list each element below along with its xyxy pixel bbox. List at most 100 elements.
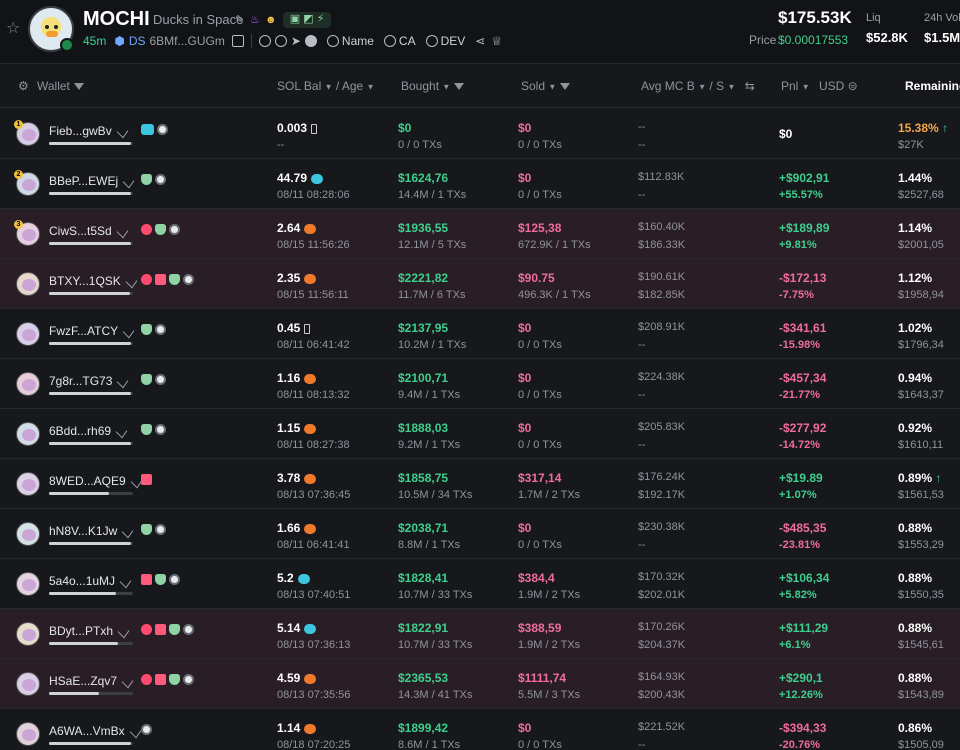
filter-icon[interactable] <box>73 83 84 91</box>
wallet-address[interactable]: 6Bdd...rh69 <box>49 424 128 439</box>
user-tag-icon[interactable] <box>141 524 153 535</box>
favorite-star-icon[interactable]: ☆ <box>6 21 22 37</box>
wallet-avatar[interactable] <box>16 422 40 446</box>
edit-pencil-icon[interactable] <box>119 574 132 589</box>
user-tag-icon[interactable] <box>155 224 167 235</box>
table-row[interactable]: A6WA...VmBx 1.14 08/18 07:20:25 $1899,42 8.6… <box>0 709 960 750</box>
swap-arrows-icon[interactable]: ⇆ <box>745 79 755 93</box>
table-row[interactable]: hN8V...K1Jw 1.66 08/11 06:41:41 $2038,71 8.8… <box>0 509 960 559</box>
disc-tag-icon[interactable] <box>141 724 153 735</box>
disc-tag-icon[interactable] <box>155 324 167 335</box>
menu-icon[interactable] <box>304 35 317 47</box>
edit-pencil-icon[interactable] <box>125 274 138 289</box>
fish-tag-icon[interactable] <box>141 124 155 135</box>
wallet-address[interactable]: FwzF...ATCY <box>49 324 135 339</box>
edit-pencil-icon[interactable]: ✎ <box>235 13 244 27</box>
share-icon[interactable]: ⋖ <box>475 34 485 48</box>
disc-tag-icon[interactable] <box>157 124 169 135</box>
social-badges-icon[interactable]: ▣ ◩ ⚡ <box>283 12 331 28</box>
crown-icon[interactable]: ♕ <box>491 34 502 48</box>
user-tag-icon[interactable] <box>141 324 153 335</box>
edit-pencil-icon[interactable] <box>122 174 135 189</box>
wallet-avatar[interactable] <box>16 372 40 396</box>
table-row[interactable]: 1 Fieb...gwBv 0.003 -- $0 0 / 0 TXs $0 0 / 0 TX… <box>0 109 960 159</box>
wallet-avatar[interactable] <box>16 622 40 646</box>
user-tag-icon[interactable] <box>141 424 153 435</box>
user-tag-icon[interactable] <box>141 174 153 185</box>
edit-pencil-icon[interactable] <box>117 374 129 389</box>
edit-pencil-icon[interactable] <box>116 224 129 239</box>
wallet-avatar[interactable] <box>16 572 40 596</box>
col-sol-bal[interactable]: SOL Bal ▼ / Age ▼ <box>277 79 374 93</box>
filter-icon[interactable] <box>454 83 465 91</box>
edit-pencil-icon[interactable] <box>117 624 130 639</box>
wallet-avatar[interactable] <box>16 522 40 546</box>
wallet-address[interactable]: BDyt...PTxh <box>49 624 130 639</box>
disc-tag-icon[interactable] <box>155 174 167 185</box>
search-ca-button[interactable]: CA <box>383 34 416 48</box>
wallet-address[interactable]: HSaE...Zqv7 <box>49 674 134 689</box>
stack-tag-icon[interactable] <box>155 274 167 285</box>
token-avatar[interactable] <box>28 6 74 52</box>
wallet-address[interactable]: 5a4o...1uMJ <box>49 574 132 589</box>
table-row[interactable]: FwzF...ATCY 0.45 08/11 06:41:42 $2137,95 10.… <box>0 309 960 359</box>
edit-pencil-icon[interactable] <box>115 424 128 439</box>
search-dev-button[interactable]: DEV <box>425 34 465 48</box>
wallet-avatar[interactable] <box>16 672 40 696</box>
disc-tag-icon[interactable] <box>183 674 195 685</box>
user-tag-icon[interactable] <box>169 274 181 285</box>
warning-tag-icon[interactable] <box>141 274 153 285</box>
table-row[interactable]: 5a4o...1uMJ 5.2 08/13 07:40:51 $1828,41 10.7… <box>0 559 960 609</box>
wallet-address[interactable]: BBeP...EWEj <box>49 174 135 189</box>
disc-tag-icon[interactable] <box>169 574 181 585</box>
stack-tag-icon[interactable] <box>155 674 167 685</box>
col-sold[interactable]: Sold ▼ <box>521 79 571 93</box>
stack-tag-icon[interactable] <box>141 474 153 485</box>
currency-toggle-icon[interactable]: ⊜ <box>848 79 858 93</box>
warning-tag-icon[interactable] <box>141 624 153 635</box>
search-name-button[interactable]: Name <box>326 34 374 48</box>
wallet-address[interactable]: CiwS...t5Sd <box>49 224 129 239</box>
user-tag-icon[interactable] <box>141 374 153 385</box>
table-row[interactable]: BDyt...PTxh 5.14 08/13 07:36:13 $1822,91 10.… <box>0 609 960 659</box>
edit-pencil-icon[interactable] <box>121 674 134 689</box>
stack-tag-icon[interactable] <box>155 624 167 635</box>
disc-tag-icon[interactable] <box>155 524 167 535</box>
wallet-avatar[interactable] <box>16 322 40 346</box>
user-tag-icon[interactable] <box>155 574 167 585</box>
settings-gear-icon[interactable]: ⚙ <box>18 79 29 93</box>
col-bought[interactable]: Bought ▼ <box>401 79 465 93</box>
copy-icon[interactable] <box>231 35 244 47</box>
edit-pencil-icon[interactable] <box>122 324 135 339</box>
wallet-avatar[interactable] <box>16 472 40 496</box>
col-avg-mc[interactable]: Avg MC B ▼ / S ▼ ⇆ <box>641 79 755 93</box>
col-remaining[interactable]: Remaining <box>905 79 960 93</box>
wallet-address[interactable]: A6WA...VmBx <box>49 724 141 739</box>
edit-pencil-icon[interactable] <box>121 524 134 539</box>
user-tag-icon[interactable] <box>169 674 181 685</box>
wallet-address[interactable]: 8WED...AQE9 <box>49 474 142 489</box>
user-tag-icon[interactable] <box>169 624 181 635</box>
table-row[interactable]: 7g8r...TG73 1.16 08/11 08:13:32 $2100,71 9.4… <box>0 359 960 409</box>
ds-label[interactable]: DS <box>129 34 146 48</box>
disc-tag-icon[interactable] <box>169 224 181 235</box>
table-row[interactable]: 2 BBeP...EWEj 44.79 08/11 08:28:06 $1624,76 1… <box>0 159 960 209</box>
wallet-avatar[interactable] <box>16 722 40 746</box>
filter-icon[interactable] <box>560 83 571 91</box>
edit-pencil-icon[interactable] <box>116 124 129 139</box>
wallet-address[interactable]: hN8V...K1Jw <box>49 524 134 539</box>
disc-tag-icon[interactable] <box>183 624 195 635</box>
wallet-address[interactable]: 7g8r...TG73 <box>49 374 129 389</box>
wallet-avatar[interactable] <box>16 272 40 296</box>
table-row[interactable]: HSaE...Zqv7 4.59 08/13 07:35:56 $2365,53 14.… <box>0 659 960 709</box>
table-row[interactable]: 8WED...AQE9 3.78 08/13 07:36:45 $1858,75 10.… <box>0 459 960 509</box>
disc-tag-icon[interactable] <box>155 424 167 435</box>
wallet-address[interactable]: BTXY...1QSK <box>49 274 138 289</box>
edit-pencil-icon[interactable] <box>129 724 141 739</box>
warning-tag-icon[interactable] <box>141 674 153 685</box>
wallet-address[interactable]: Fieb...gwBv <box>49 124 129 139</box>
table-row[interactable]: BTXY...1QSK 2.35 08/15 11:56:11 $2221,82 11.… <box>0 259 960 309</box>
table-row[interactable]: 3 CiwS...t5Sd 2.64 08/15 11:56:26 $1936,55 12… <box>0 209 960 259</box>
col-wallet[interactable]: Wallet <box>37 79 84 93</box>
stack-tag-icon[interactable] <box>141 574 153 585</box>
